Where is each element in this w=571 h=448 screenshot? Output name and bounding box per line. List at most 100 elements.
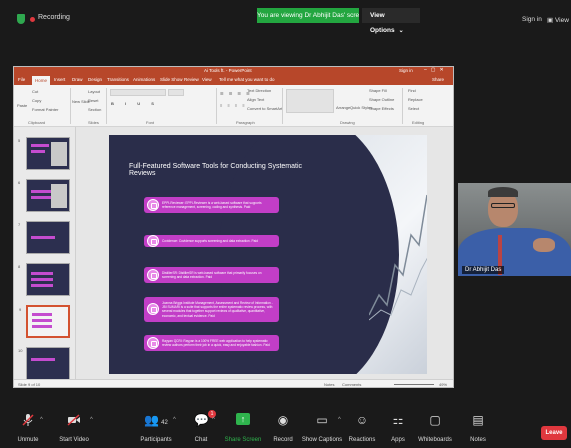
copy-button[interactable]: Copy — [32, 98, 41, 103]
participant-count: 42 — [161, 420, 168, 426]
window-controls[interactable]: –▢✕ — [424, 67, 448, 73]
slide-number: 5 — [18, 138, 21, 143]
notes-button[interactable]: Notes — [324, 382, 334, 387]
zoom-meeting-window: Recording You are viewing Dr Abhijit Das… — [0, 0, 571, 448]
ppt-window-title: Ai Tools ft. - PowerPoint — [204, 68, 252, 73]
tell-me-search[interactable]: Tell me what you want to do — [219, 77, 275, 82]
shield-icon[interactable] — [17, 14, 25, 24]
tab-slide-show[interactable]: Slide Show — [160, 77, 183, 82]
slide-thumbnails-pane: 5 6 7 8 9 10 — [14, 127, 76, 380]
slide-thumbnail[interactable]: 6 — [18, 179, 70, 212]
comments-button[interactable]: Comments — [342, 382, 361, 387]
replace-button[interactable]: Replace — [408, 97, 423, 102]
group-editing: Editing — [412, 120, 425, 125]
tab-transitions[interactable]: Transitions — [107, 77, 129, 82]
thumb-bar — [32, 313, 52, 316]
font-format-buttons[interactable]: B I U S — [111, 101, 159, 106]
chat-label: Chat — [194, 437, 208, 443]
tool-text: EPPI-Reviewer: EPPI-Reviewer is a web-ba… — [162, 201, 262, 210]
slide-thumbnail[interactable]: 7 — [18, 221, 70, 254]
ppt-sign-in[interactable]: Sign in — [399, 68, 413, 73]
apps-button[interactable]: ⚏ Apps — [384, 407, 412, 448]
view-button[interactable]: ▣ View — [547, 16, 569, 24]
notes-button[interactable]: ▤ Notes — [464, 407, 492, 448]
reactions-button[interactable]: ☺ Reactions — [344, 407, 380, 448]
tab-review[interactable]: Review — [184, 77, 199, 82]
thumb-image — [51, 184, 67, 208]
zoom-slider[interactable] — [394, 384, 434, 385]
tab-view[interactable]: View — [202, 77, 212, 82]
tool-icon — [147, 303, 159, 316]
share-button[interactable]: Share — [432, 77, 444, 82]
tool-icon — [147, 235, 159, 248]
paste-button[interactable]: Paste — [17, 103, 27, 108]
font-name-box[interactable] — [110, 89, 166, 96]
slide-canvas[interactable]: Full-Featured Software Tools for Conduct… — [76, 127, 453, 379]
shape-effects-button[interactable]: Shape Effects — [369, 106, 394, 111]
video-options-caret[interactable]: ^ — [90, 417, 93, 423]
tab-animations[interactable]: Animations — [133, 77, 155, 82]
tool-box-covidence: Covidence: Covidence supports screening … — [144, 235, 279, 248]
captions-caret[interactable]: ^ — [338, 417, 341, 423]
tab-file[interactable]: File — [18, 77, 25, 82]
tab-draw[interactable]: Draw — [72, 77, 83, 82]
section-button[interactable]: Section — [88, 107, 101, 112]
tab-design[interactable]: Design — [88, 77, 102, 82]
leave-button[interactable]: Leave — [541, 426, 567, 440]
thumb-bar — [31, 144, 49, 147]
current-slide[interactable]: Full-Featured Software Tools for Conduct… — [109, 135, 427, 374]
unmute-label: Unmute — [17, 437, 39, 443]
tab-home[interactable]: Home — [32, 76, 51, 85]
record-button[interactable]: ◉ Record — [268, 407, 298, 448]
participant-hand — [533, 238, 555, 252]
convert-smartart-button[interactable]: Convert to SmartArt — [247, 106, 282, 111]
slide-number: 10 — [18, 348, 23, 353]
chat-button[interactable]: 💬 1 Chat — [186, 407, 216, 448]
sign-in-link[interactable]: Sign in — [522, 16, 542, 23]
view-options-label: View Options — [370, 12, 395, 34]
reset-button[interactable]: Reset — [88, 98, 98, 103]
alignment-buttons[interactable]: ≡ ≡ ≡ ≡ — [220, 103, 247, 108]
shapes-gallery[interactable] — [286, 89, 334, 113]
tool-text: Rayyan QCRI: Rayyan is a 100% FREE web a… — [162, 339, 270, 348]
slide-thumbnail[interactable]: 10 — [18, 347, 70, 380]
whiteboard-icon: ▢ — [429, 413, 441, 427]
format-painter-button[interactable]: Format Painter — [32, 107, 58, 112]
align-text-button[interactable]: Align Text — [247, 97, 264, 102]
whiteboards-button[interactable]: ▢ Whiteboards — [414, 407, 456, 448]
ppt-ribbon: Paste Cut Copy Format Painter Clipboard … — [14, 85, 453, 127]
tool-icon — [147, 199, 159, 212]
chat-caret[interactable]: ^ — [212, 417, 215, 423]
font-size-box[interactable] — [168, 89, 184, 96]
zoom-level[interactable]: 49% — [439, 382, 447, 387]
thumb-bar — [31, 284, 53, 287]
participants-button[interactable]: 👥 42 Participants — [134, 407, 178, 448]
start-video-button[interactable]: Start Video — [52, 407, 96, 448]
slide-thumbnail-selected[interactable]: 9 — [19, 305, 70, 338]
top-bar: Recording You are viewing Dr Abhijit Das… — [0, 0, 571, 48]
cut-button[interactable]: Cut — [32, 89, 38, 94]
slide-number: 8 — [18, 264, 21, 269]
participants-caret[interactable]: ^ — [173, 417, 176, 423]
slide-thumbnail[interactable]: 8 — [18, 263, 70, 296]
recording-label[interactable]: Recording — [38, 14, 70, 21]
shape-fill-button[interactable]: Shape Fill — [369, 88, 387, 93]
share-screen-label: Share Screen — [224, 437, 262, 443]
view-options-button[interactable]: View Options ⌄ — [362, 8, 420, 34]
ribbon-separator — [282, 88, 283, 124]
share-screen-button[interactable]: ↑ Share Screen — [222, 407, 264, 448]
show-captions-button[interactable]: ▭ Show Captions — [300, 407, 344, 448]
arrange-button[interactable]: Arrange — [336, 105, 350, 110]
unmute-button[interactable]: Unmute — [8, 407, 48, 448]
shape-outline-button[interactable]: Shape Outline — [369, 97, 394, 102]
find-button[interactable]: Find — [408, 88, 416, 93]
participant-video-tile[interactable] — [458, 183, 571, 276]
select-button[interactable]: Select — [408, 106, 419, 111]
layout-button[interactable]: Layout — [88, 89, 100, 94]
thumb-bar — [31, 272, 53, 275]
audio-options-caret[interactable]: ^ — [40, 417, 43, 423]
tab-insert[interactable]: Insert — [54, 77, 65, 82]
group-clipboard: Clipboard — [28, 120, 46, 125]
text-direction-button[interactable]: Text Direction — [247, 88, 271, 93]
slide-thumbnail[interactable]: 5 — [18, 137, 70, 170]
